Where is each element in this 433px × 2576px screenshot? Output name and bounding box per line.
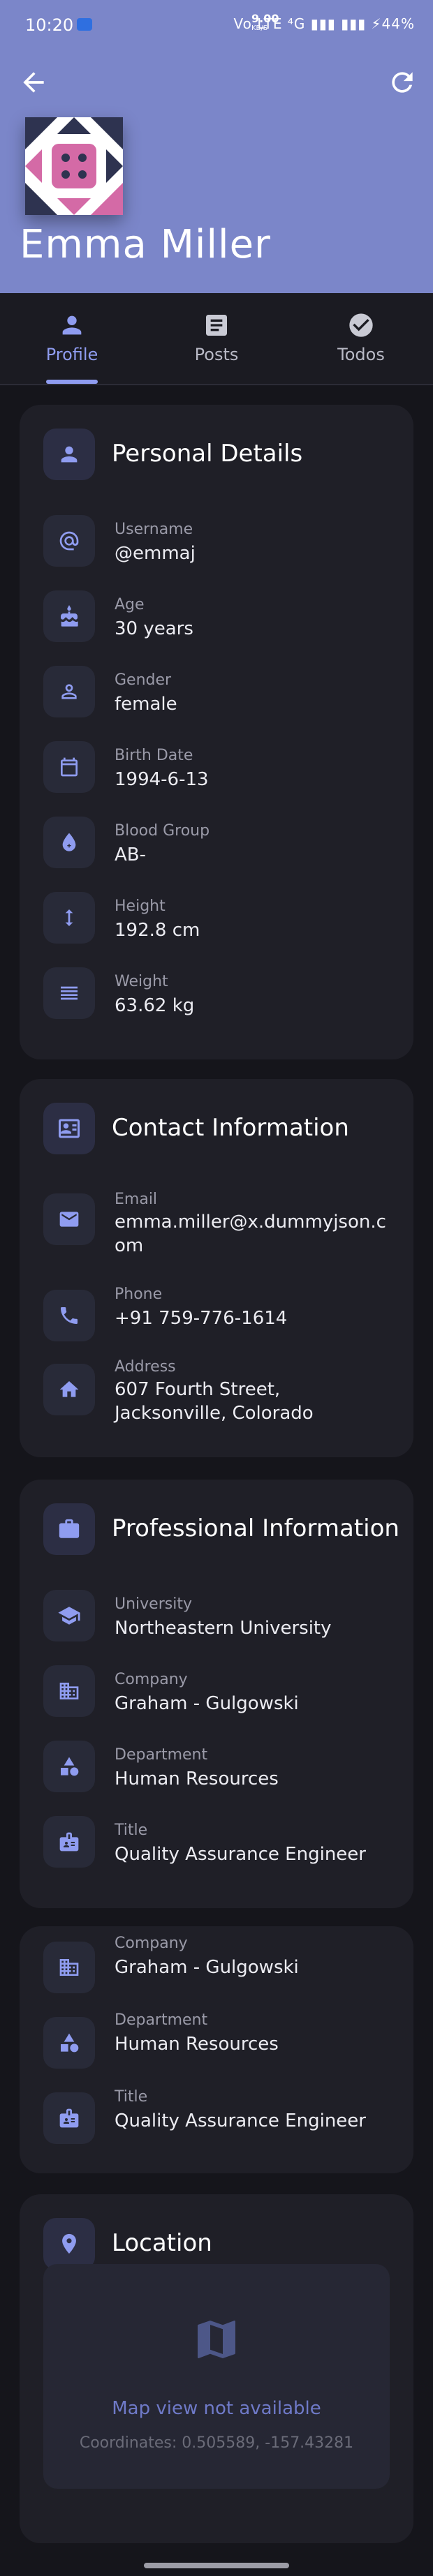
tab-label: Profile [45, 345, 98, 364]
refresh-icon [392, 72, 413, 93]
contact-card-icon [59, 1119, 80, 1138]
tab-posts[interactable]: Posts [145, 293, 288, 384]
map-placeholder: Map view not available Coordinates: 0.50… [43, 2264, 390, 2489]
cake-icon [43, 590, 95, 642]
department-value: Human Resources [115, 2034, 279, 2055]
weight-value: 63.62 kg [115, 995, 195, 1016]
person-icon [61, 446, 78, 463]
company-label: Company [115, 1671, 188, 1688]
department-icon [43, 1741, 95, 1792]
arrow-back-icon [23, 72, 44, 93]
mail-icon [43, 1193, 95, 1245]
card-title: Personal Details [112, 440, 303, 468]
blood-group-label: Blood Group [115, 822, 210, 840]
company-icon [43, 1942, 95, 1993]
home-indicator[interactable] [144, 2563, 289, 2568]
weight-icon [43, 967, 95, 1019]
status-indicators: Vo LTE ⁴G ▮▮▮ ▮▮▮ ⚡44% [233, 15, 415, 32]
blood-group-value: AB- [115, 844, 147, 865]
tab-todos[interactable]: Todos [289, 293, 433, 384]
status-bar: 10:20 9.00 KB/S Vo LTE ⁴G ▮▮▮ ▮▮▮ ⚡44% [0, 0, 433, 53]
address-label: Address [115, 1358, 176, 1376]
calendar-icon [43, 741, 95, 793]
university-value: Northeastern University [115, 1618, 332, 1639]
height-value: 192.8 cm [115, 920, 200, 941]
phone-label: Phone [115, 1286, 163, 1303]
contact-info-card: Contact Information Email emma.miller@x.… [20, 1079, 413, 1457]
check-circle-icon [349, 313, 373, 337]
birth-date-value: 1994-6-13 [115, 769, 209, 790]
notification-app-icon [77, 18, 92, 31]
company-value: Graham - Gulgowski [115, 1957, 299, 1978]
avatar [25, 117, 123, 215]
height-label: Height [115, 898, 166, 915]
company-label: Company [115, 1935, 188, 1952]
username-label: Username [115, 521, 193, 538]
tab-label: Todos [337, 345, 385, 364]
company-icon [43, 1665, 95, 1717]
age-value: 30 years [115, 618, 193, 639]
phone-value[interactable]: +91 759-776-1614 [115, 1306, 401, 1330]
department-icon [43, 2017, 95, 2069]
birth-date-label: Birth Date [115, 747, 193, 764]
back-button[interactable] [18, 67, 49, 98]
height-icon [43, 892, 95, 944]
card-header-icon [43, 1103, 95, 1154]
school-icon [43, 1590, 95, 1641]
location-pin-icon [62, 2233, 76, 2254]
tab-bar: Profile Posts Todos [0, 293, 433, 385]
at-icon [43, 515, 95, 567]
gender-value: female [115, 694, 177, 715]
user-name: Emma Miller [20, 222, 272, 267]
briefcase-icon [59, 1519, 80, 1538]
professional-extra-card: Company Graham - Gulgowski Department Hu… [20, 1926, 413, 2173]
title-label: Title [115, 1822, 148, 1839]
active-tab-indicator [46, 380, 98, 384]
home-icon [43, 1364, 95, 1415]
weight-label: Weight [115, 973, 168, 990]
tab-label: Posts [194, 345, 239, 364]
title-label: Title [115, 2088, 148, 2106]
card-header-icon [43, 1503, 95, 1555]
address-value: 607 Fourth Street, Jacksonville, Colorad… [115, 1379, 314, 1424]
username-value: @emmaj [115, 543, 196, 564]
card-header-icon [43, 429, 95, 480]
card-title: Contact Information [112, 1114, 349, 1142]
badge-icon [43, 1816, 95, 1868]
company-value: Graham - Gulgowski [115, 1693, 299, 1714]
email-label: Email [115, 1191, 158, 1208]
map-unavailable-message: Map view not available [112, 2398, 321, 2419]
email-value[interactable]: emma.miller@x.dummyjson.com [115, 1210, 394, 1258]
article-icon [206, 315, 227, 336]
refresh-button[interactable] [387, 67, 418, 98]
person-outline-icon [43, 666, 95, 717]
profile-header: 10:20 9.00 KB/S Vo LTE ⁴G ▮▮▮ ▮▮▮ ⚡44% E… [0, 0, 433, 293]
status-time: 10:20 [25, 15, 74, 35]
professional-info-card: Professional Information University Nort… [20, 1480, 413, 1908]
person-icon [62, 315, 82, 335]
card-header-icon [43, 2218, 95, 2270]
age-label: Age [115, 596, 145, 613]
personal-details-card: Personal Details Username @emmaj Age 30 … [20, 405, 413, 1059]
department-label: Department [115, 1746, 208, 1764]
tab-profile[interactable]: Profile [0, 293, 144, 384]
badge-icon [43, 2092, 95, 2144]
map-coordinates: Coordinates: 0.505589, -157.43281 [79, 2434, 354, 2452]
title-value: Quality Assurance Engineer [115, 1844, 366, 1865]
department-value: Human Resources [115, 1769, 279, 1789]
card-title: Location [112, 2229, 212, 2257]
blood-drop-icon [43, 817, 95, 868]
university-label: University [115, 1595, 192, 1613]
gender-label: Gender [115, 671, 172, 689]
map-icon [198, 2321, 235, 2358]
phone-icon [43, 1290, 95, 1341]
department-label: Department [115, 2011, 208, 2029]
card-title: Professional Information [112, 1514, 399, 1542]
title-value: Quality Assurance Engineer [115, 2110, 366, 2131]
location-card: Location Map view not available Coordina… [20, 2194, 413, 2543]
